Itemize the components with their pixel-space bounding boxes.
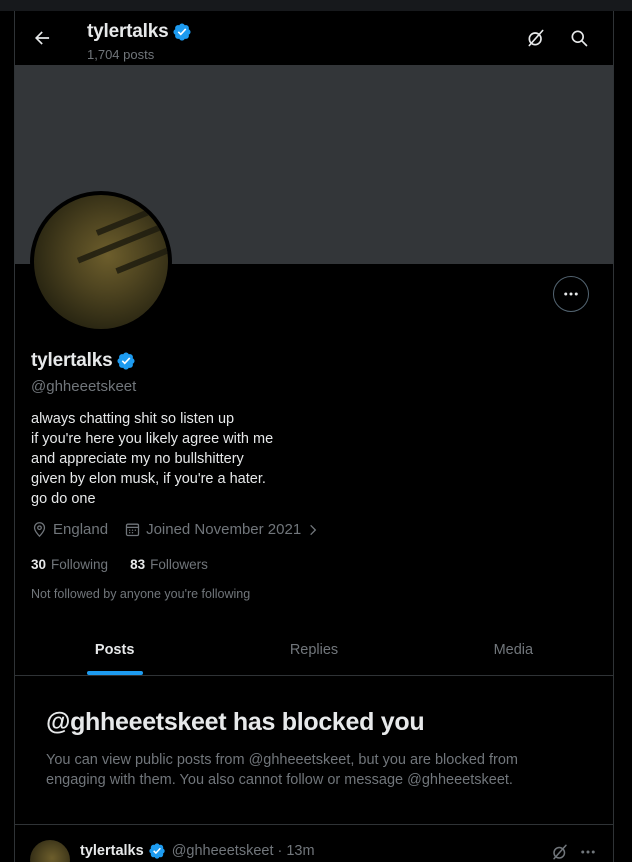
tab-posts[interactable]: Posts: [15, 625, 214, 675]
joined-item[interactable]: Joined November 2021: [124, 521, 320, 538]
post-author-handle[interactable]: @ghheeetskeet: [172, 843, 274, 859]
post-author-name[interactable]: tylertalks: [80, 843, 144, 859]
joined-text: Joined November 2021: [146, 521, 302, 538]
bio-line: given by elon musk, if you're a hater.: [31, 471, 266, 487]
divider: [15, 824, 613, 825]
followers-label: Followers: [150, 557, 208, 572]
active-tab-indicator: [86, 671, 143, 675]
post-count: 1,704 posts: [87, 47, 155, 62]
bio-line: always chatting shit so listen up: [31, 411, 235, 427]
following-label: Following: [51, 557, 109, 572]
location-icon: [33, 522, 46, 538]
not-followed-notice: Not followed by anyone you're following: [31, 587, 251, 601]
profile-tabs: Posts Replies Media: [15, 625, 613, 676]
bio-line: and appreciate my no bullshittery: [31, 451, 244, 467]
followers-link[interactable]: 83 Followers: [130, 557, 208, 572]
post-header: tylertalks @ghheeetskeet · 13m: [80, 842, 315, 860]
grok-button[interactable]: [523, 25, 549, 51]
location-item: England: [31, 521, 108, 538]
profile-name-row: tylertalks: [31, 350, 136, 372]
window-top-strip: [0, 0, 632, 11]
tab-label: Posts: [94, 642, 135, 658]
tab-replies[interactable]: Replies: [214, 625, 413, 675]
header-title: tylertalks: [87, 21, 169, 42]
chevron-right-icon: [310, 524, 317, 535]
blocked-title: @ghheeetskeet has blocked you: [46, 708, 425, 736]
profile-bio: always chatting shit so listen up if you…: [31, 409, 273, 509]
profile-meta: England Joined November 2021: [31, 521, 336, 538]
back-arrow-icon: [35, 31, 50, 45]
verified-badge-icon[interactable]: [116, 351, 136, 371]
calendar-icon: [125, 523, 140, 537]
verified-badge-icon: [149, 843, 165, 859]
followers-count: 83: [130, 557, 146, 572]
following-link[interactable]: 30 Following: [31, 557, 108, 572]
post-more-button[interactable]: [578, 842, 598, 862]
tab-label: Replies: [289, 642, 339, 658]
post-grok-button[interactable]: [550, 842, 570, 862]
tab-media[interactable]: Media: [414, 625, 613, 675]
blocked-description: You can view public posts from @ghheeets…: [46, 752, 519, 788]
back-button[interactable]: [27, 23, 57, 53]
follow-counts: 30 Following 83 Followers: [31, 557, 230, 572]
profile-avatar[interactable]: [30, 191, 172, 333]
profile-handle: @ghheeetskeet: [31, 378, 137, 395]
header-title-row: tylertalks: [87, 21, 192, 43]
search-button[interactable]: [566, 25, 592, 51]
verified-badge-icon: [173, 23, 191, 41]
tab-label: Media: [493, 642, 534, 658]
grok-icon: [528, 29, 544, 47]
post-time[interactable]: · 13m: [277, 843, 314, 859]
grok-icon: [553, 844, 567, 860]
more-options-button[interactable]: [553, 276, 589, 312]
bio-line: go do one: [31, 491, 96, 507]
location-text: England: [53, 521, 109, 538]
following-count: 30: [31, 557, 47, 572]
post-avatar[interactable]: [30, 840, 70, 862]
avatar-image: [34, 195, 168, 329]
outer-margin: [614, 11, 632, 862]
more-icon: [581, 850, 595, 854]
bio-line: if you're here you likely agree with me: [31, 431, 274, 447]
more-icon: [564, 292, 578, 296]
profile-header: tylertalks 1,704 posts: [15, 11, 613, 65]
profile-name: tylertalks: [31, 350, 113, 371]
search-icon: [571, 30, 588, 47]
